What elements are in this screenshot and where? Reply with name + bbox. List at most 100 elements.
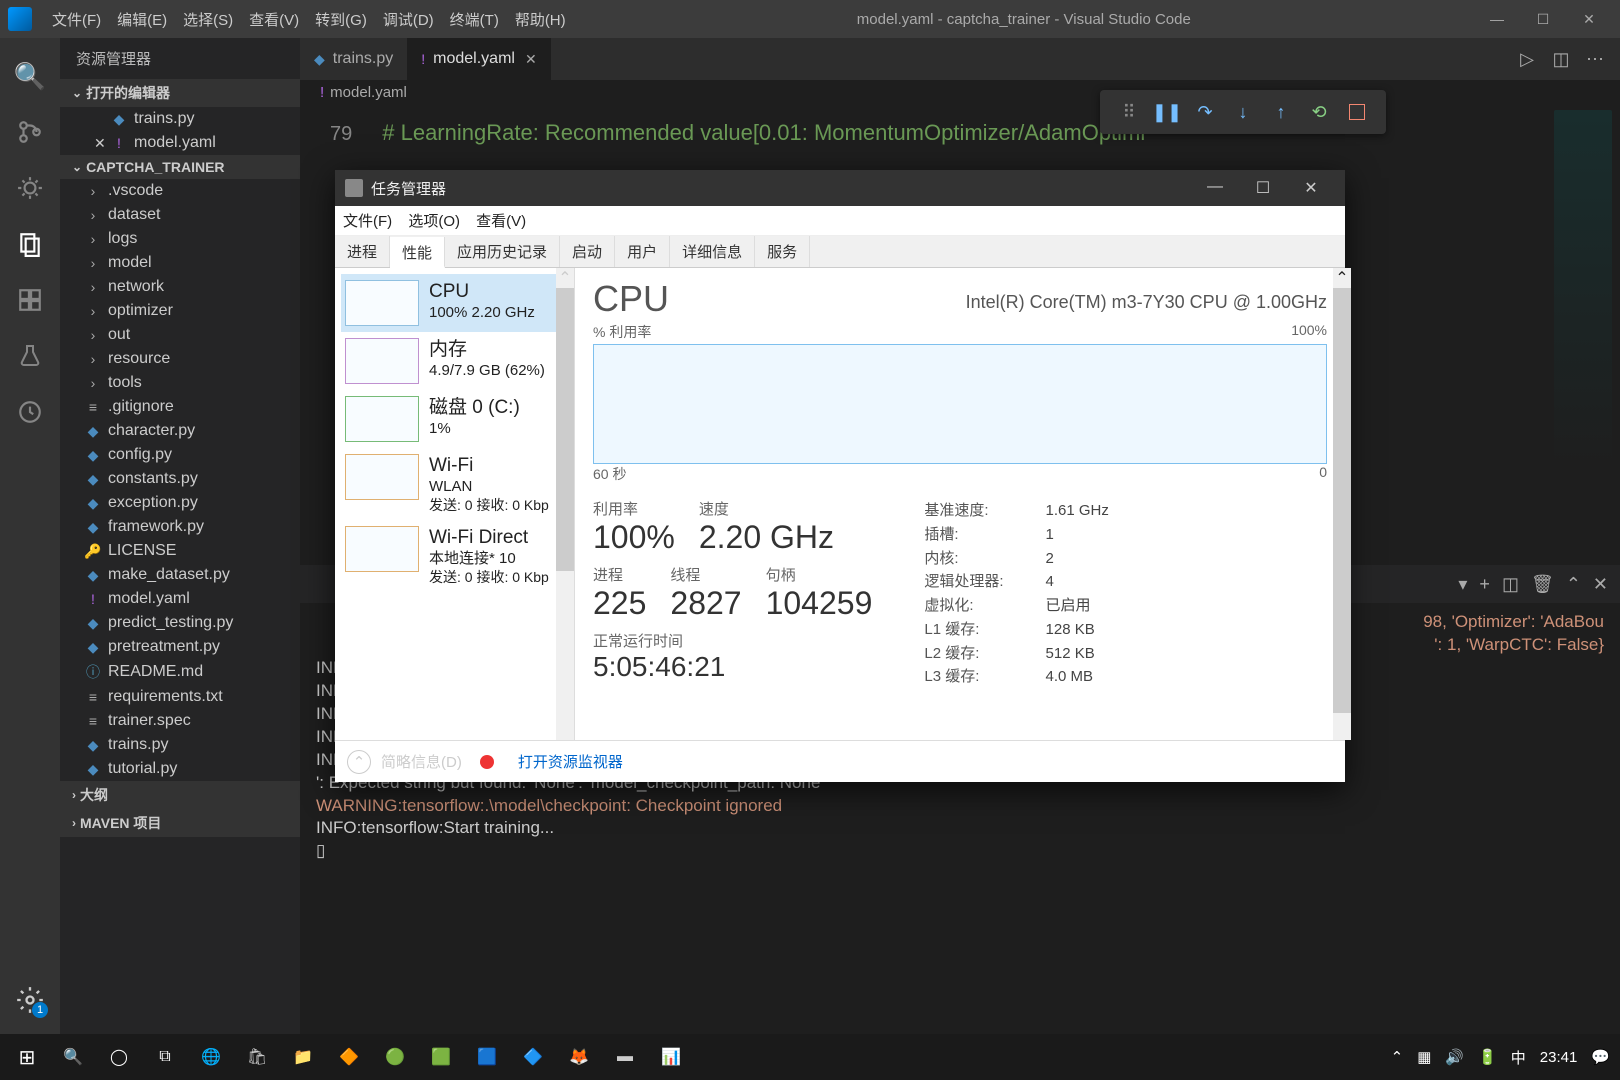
file-item[interactable]: ◆tutorial.py	[60, 757, 300, 781]
collapse-icon[interactable]: ⌃	[347, 750, 371, 774]
taskbar-app-terminal[interactable]: ▬	[602, 1048, 648, 1066]
taskmgr-tab-processes[interactable]: 进程	[335, 236, 390, 267]
source-control-icon[interactable]	[14, 116, 46, 148]
section-open-editors[interactable]: ⌄打开的编辑器	[60, 79, 300, 107]
file-item[interactable]: ◆config.py	[60, 443, 300, 467]
new-terminal-icon[interactable]: +	[1479, 574, 1490, 595]
folder-item[interactable]: ›network	[60, 275, 300, 299]
close-icon[interactable]: ✕	[94, 135, 110, 152]
taskmgr-tab-performance[interactable]: 性能	[390, 237, 445, 268]
file-item[interactable]: ◆pretreatment.py	[60, 635, 300, 659]
file-item[interactable]: ◆make_dataset.py	[60, 563, 300, 587]
file-item[interactable]: ◆framework.py	[60, 515, 300, 539]
step-out-icon[interactable]: ↑	[1266, 97, 1296, 127]
section-outline[interactable]: ›大纲	[60, 781, 300, 809]
taskbar-app-firefox[interactable]: 🦊	[556, 1047, 602, 1067]
folder-item[interactable]: ›.vscode	[60, 179, 300, 203]
tray-clock[interactable]: 23:41	[1540, 1049, 1578, 1066]
tray-notifications-icon[interactable]: 💬	[1591, 1048, 1610, 1066]
start-button[interactable]: ⊞	[4, 1045, 50, 1070]
run-icon[interactable]: ▷	[1510, 49, 1544, 70]
step-into-icon[interactable]: ↓	[1228, 97, 1258, 127]
taskmgr-close-button[interactable]: ✕	[1287, 178, 1335, 198]
file-item[interactable]: !model.yaml	[60, 587, 300, 611]
explorer-icon[interactable]	[14, 228, 46, 260]
taskmgr-tab-startup[interactable]: 启动	[560, 236, 615, 267]
search-icon[interactable]: 🔍	[50, 1047, 96, 1067]
close-panel-icon[interactable]: ✕	[1593, 574, 1608, 595]
file-item[interactable]: ◆trains.py	[60, 733, 300, 757]
scrollbar[interactable]: ⌃	[556, 268, 574, 740]
cortana-icon[interactable]: ◯	[96, 1047, 142, 1067]
file-item[interactable]: ≡.gitignore	[60, 395, 300, 419]
taskbar-app[interactable]: 🟦	[464, 1047, 510, 1067]
debug-icon[interactable]	[14, 172, 46, 204]
section-project[interactable]: ⌄CAPTCHA_TRAINER	[60, 155, 300, 179]
minimap[interactable]	[1554, 110, 1612, 470]
taskmgr-tab-services[interactable]: 服务	[755, 236, 810, 267]
perf-left-item[interactable]: 磁盘 0 (C:)1%	[341, 390, 568, 448]
split-terminal-icon[interactable]: ◫	[1502, 574, 1519, 595]
split-editor-icon[interactable]: ◫	[1544, 49, 1578, 70]
taskbar-app-vscode[interactable]: 🔷	[510, 1047, 556, 1067]
live-share-icon[interactable]	[14, 396, 46, 428]
tray-ime[interactable]: 中	[1511, 1047, 1526, 1068]
tray-battery-icon[interactable]: 🔋	[1478, 1048, 1497, 1066]
extensions-icon[interactable]	[14, 284, 46, 316]
restart-icon[interactable]: ⟲	[1304, 97, 1334, 127]
taskbar-app-store[interactable]: 🛍	[234, 1047, 280, 1067]
settings-gear-icon[interactable]: 1	[14, 984, 46, 1016]
perf-left-item[interactable]: Wi-Fi Direct本地连接* 10发送: 0 接收: 0 Kbp	[341, 520, 568, 592]
menu-file[interactable]: 文件(F)	[44, 5, 109, 34]
file-item[interactable]: ≡requirements.txt	[60, 685, 300, 709]
file-item[interactable]: ◆constants.py	[60, 467, 300, 491]
perf-left-item[interactable]: 内存4.9/7.9 GB (62%)	[341, 332, 568, 390]
taskmgr-menu-file[interactable]: 文件(F)	[343, 213, 392, 230]
taskbar-app[interactable]: 🟩	[418, 1047, 464, 1067]
section-maven[interactable]: ›MAVEN 项目	[60, 809, 300, 837]
folder-item[interactable]: ›optimizer	[60, 299, 300, 323]
window-minimize-button[interactable]: —	[1474, 4, 1520, 34]
close-icon[interactable]: ✕	[525, 51, 537, 68]
task-view-icon[interactable]: ⧉	[142, 1048, 188, 1066]
menu-select[interactable]: 选择(S)	[175, 5, 241, 34]
taskbar-app-edge[interactable]: 🌐	[188, 1047, 234, 1067]
file-item[interactable]: ◆exception.py	[60, 491, 300, 515]
task-manager-window[interactable]: 任务管理器 — ☐ ✕ 文件(F) 选项(O) 查看(V) 进程 性能 应用历史…	[335, 170, 1345, 782]
taskmgr-maximize-button[interactable]: ☐	[1239, 178, 1287, 198]
menu-goto[interactable]: 转到(G)	[307, 5, 375, 34]
tray-chevron-icon[interactable]: ⌃	[1391, 1048, 1404, 1066]
footer-brief-info[interactable]: 简略信息(D)	[381, 751, 462, 772]
menu-view[interactable]: 查看(V)	[241, 5, 307, 34]
file-item[interactable]: ◆predict_testing.py	[60, 611, 300, 635]
scrollbar[interactable]: ⌃	[1333, 268, 1351, 740]
folder-item[interactable]: ›logs	[60, 227, 300, 251]
perf-left-item[interactable]: CPU100% 2.20 GHz	[341, 274, 568, 332]
menu-help[interactable]: 帮助(H)	[507, 5, 574, 34]
folder-item[interactable]: ›dataset	[60, 203, 300, 227]
taskmgr-minimize-button[interactable]: —	[1191, 178, 1239, 198]
tab-trains[interactable]: ◆trains.py	[300, 38, 407, 80]
window-maximize-button[interactable]: ☐	[1520, 4, 1566, 34]
folder-item[interactable]: ›model	[60, 251, 300, 275]
test-icon[interactable]	[14, 340, 46, 372]
open-resource-monitor-link[interactable]: 打开资源监视器	[518, 751, 623, 772]
drag-handle-icon[interactable]: ⠿	[1114, 97, 1144, 127]
taskbar-app[interactable]: 🔶	[326, 1047, 372, 1067]
pause-icon[interactable]: ❚❚	[1152, 97, 1182, 127]
more-icon[interactable]: ⋯	[1578, 49, 1612, 70]
breadcrumb[interactable]: !model.yaml	[300, 80, 1620, 110]
taskmgr-tab-details[interactable]: 详细信息	[670, 236, 755, 267]
terminal-dropdown[interactable]: ▾	[1458, 574, 1467, 595]
open-editor-item[interactable]: ◆trains.py	[60, 107, 300, 131]
tray-volume-icon[interactable]: 🔊	[1445, 1048, 1464, 1066]
taskmgr-menu-view[interactable]: 查看(V)	[476, 213, 526, 230]
taskbar-app-taskmgr[interactable]: 📊	[648, 1047, 694, 1067]
tray-app-icon[interactable]: ▦	[1417, 1048, 1431, 1066]
taskmgr-tab-history[interactable]: 应用历史记录	[445, 236, 560, 267]
taskmgr-tab-users[interactable]: 用户	[615, 236, 670, 267]
search-icon[interactable]: 🔍	[14, 60, 46, 92]
step-over-icon[interactable]: ↷	[1190, 97, 1220, 127]
menu-terminal[interactable]: 终端(T)	[442, 5, 507, 34]
taskmgr-titlebar[interactable]: 任务管理器 — ☐ ✕	[335, 170, 1345, 206]
